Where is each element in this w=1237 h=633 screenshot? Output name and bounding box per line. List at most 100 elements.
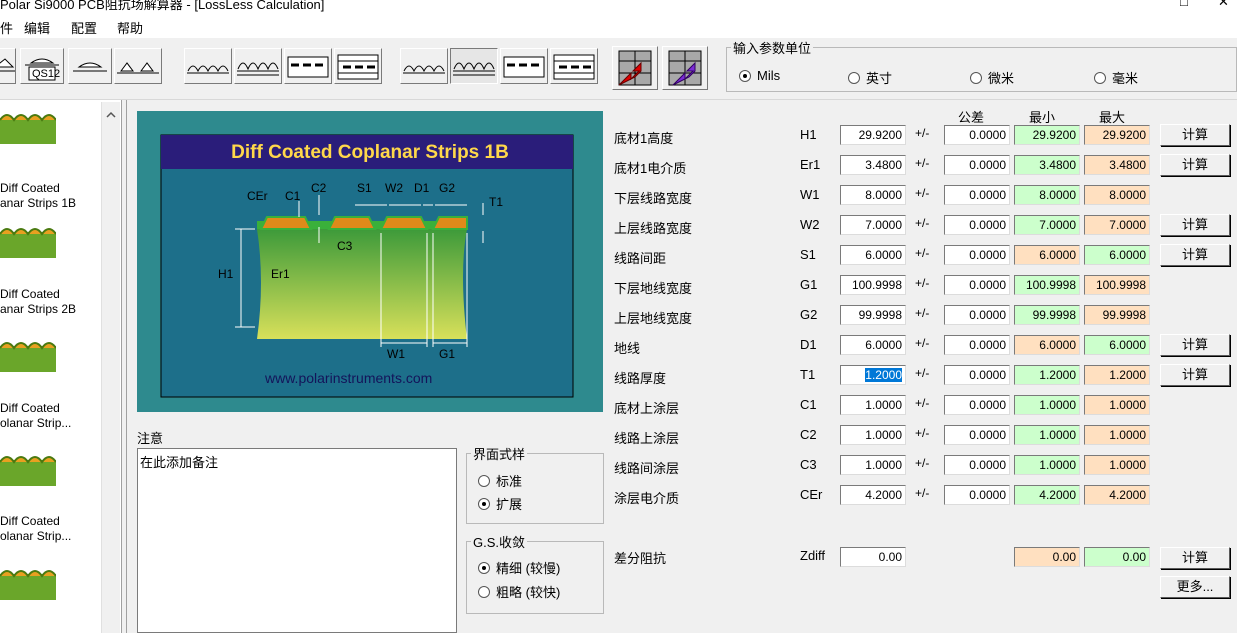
param-value-input[interactable]: 99.9998 — [840, 305, 906, 325]
zdiff-symbol: Zdiff — [800, 548, 826, 563]
param-symbol: CEr — [800, 487, 823, 502]
param-tolerance-input[interactable]: 0.0000 — [944, 365, 1010, 385]
param-symbol: S1 — [800, 247, 816, 262]
structure-button-3[interactable] — [68, 48, 112, 84]
structure-button-4[interactable] — [114, 48, 162, 84]
close-icon[interactable]: ✕ — [1218, 0, 1229, 10]
param-value-input[interactable]: 6.0000 — [840, 245, 906, 265]
export-red-arrow-icon[interactable] — [612, 46, 658, 90]
param-value-input[interactable]: 3.4800 — [840, 155, 906, 175]
param-min-value: 6.0000 — [1014, 245, 1080, 265]
title-bar: Polar Si9000 PCB阻抗场解算器 - [LossLess Calcu… — [0, 0, 1237, 14]
unit-mm-label: 毫米 — [1112, 71, 1139, 86]
param-symbol: C2 — [800, 427, 817, 442]
plus-minus-label: +/- — [915, 186, 930, 200]
structure-button-6[interactable] — [234, 48, 282, 84]
param-tolerance-input[interactable]: 0.0000 — [944, 455, 1010, 475]
gs-fine-label: 精细 (较慢) — [496, 561, 561, 576]
param-value-input[interactable]: 100.9998 — [840, 275, 906, 295]
param-tolerance-input[interactable]: 0.0000 — [944, 125, 1010, 145]
structure-thumbnail-icon — [0, 570, 56, 600]
plus-minus-label: +/- — [915, 336, 930, 350]
unit-inch-radio[interactable]: 英寸 — [848, 68, 892, 87]
menu-bar: 件 编辑 配置 帮助 — [0, 14, 1237, 38]
gs-fine-radio[interactable]: 精细 (较慢) — [478, 558, 560, 577]
style-extended-label: 扩展 — [496, 497, 523, 512]
plus-minus-label: +/- — [915, 456, 930, 470]
param-value-input[interactable]: 1.0000 — [840, 425, 906, 445]
calc-button[interactable]: 计算 — [1160, 244, 1230, 266]
more-button[interactable]: 更多... — [1160, 576, 1230, 598]
param-label: 线路间涂层 — [614, 461, 680, 476]
minimize-icon[interactable]: □ — [1180, 0, 1188, 9]
menu-edit[interactable]: 编辑 — [24, 18, 50, 37]
param-value-input[interactable]: 1.0000 — [840, 455, 906, 475]
structure-button-11[interactable] — [500, 48, 548, 84]
unit-mm-radio[interactable]: 毫米 — [1094, 68, 1138, 87]
radio-icon — [1094, 71, 1106, 84]
unit-inch-label: 英寸 — [866, 71, 893, 86]
param-value-input[interactable]: 6.0000 — [840, 335, 906, 355]
param-value-input[interactable]: 1.0000 — [840, 395, 906, 415]
diagram-url: www.polarinstruments.com — [265, 370, 433, 386]
param-tolerance-input[interactable]: 0.0000 — [944, 245, 1010, 265]
zdiff-calc-button[interactable]: 计算 — [1160, 547, 1230, 569]
param-value-input[interactable]: 4.2000 — [840, 485, 906, 505]
structure-button-12[interactable] — [550, 48, 598, 84]
param-max-value: 99.9998 — [1084, 305, 1150, 325]
param-value-input[interactable]: 1.2000 — [840, 365, 906, 385]
plus-minus-label: +/- — [915, 426, 930, 440]
param-label: 线路间距 — [614, 251, 667, 266]
param-tolerance-input[interactable]: 0.0000 — [944, 185, 1010, 205]
calc-button[interactable]: 计算 — [1160, 214, 1230, 236]
param-tolerance-input[interactable]: 0.0000 — [944, 305, 1010, 325]
menu-file[interactable]: 件 — [0, 18, 13, 37]
param-value-input[interactable]: 7.0000 — [840, 215, 906, 235]
calc-button[interactable]: 计算 — [1160, 364, 1230, 386]
gs-coarse-radio[interactable]: 粗略 (较快) — [478, 582, 560, 601]
param-min-value: 99.9998 — [1014, 305, 1080, 325]
calc-button[interactable]: 计算 — [1160, 124, 1230, 146]
qs12-button[interactable]: QS12 — [20, 48, 64, 84]
list-scrollbar[interactable] — [101, 102, 120, 633]
param-value-input[interactable]: 8.0000 — [840, 185, 906, 205]
param-tolerance-input[interactable]: 0.0000 — [944, 395, 1010, 415]
diagram-label-g1: G1 — [439, 347, 456, 361]
param-min-value: 1.0000 — [1014, 425, 1080, 445]
calc-button[interactable]: 计算 — [1160, 334, 1230, 356]
param-tolerance-input[interactable]: 0.0000 — [944, 425, 1010, 445]
diagram-label-g2: G2 — [439, 181, 456, 195]
menu-help[interactable]: 帮助 — [117, 18, 143, 37]
calc-button[interactable]: 计算 — [1160, 154, 1230, 176]
zdiff-value[interactable]: 0.00 — [840, 547, 906, 567]
structure-button-10-selected[interactable] — [450, 48, 498, 84]
param-tolerance-input[interactable]: 0.0000 — [944, 485, 1010, 505]
notes-textarea[interactable]: 在此添加备注 — [137, 448, 457, 633]
structure-diagram: Diff Coated Coplanar Strips 1B CEr C1 C2… — [137, 111, 603, 412]
param-max-value: 1.0000 — [1084, 395, 1150, 415]
structure-button-7[interactable] — [284, 48, 332, 84]
param-min-value: 29.9200 — [1014, 125, 1080, 145]
menu-config[interactable]: 配置 — [71, 18, 97, 37]
unit-mils-radio[interactable]: Mils — [739, 68, 780, 83]
scroll-up-icon[interactable] — [102, 106, 120, 124]
param-tolerance-input[interactable]: 0.0000 — [944, 335, 1010, 355]
param-symbol: H1 — [800, 127, 817, 142]
list-item-label-2: olanar Strip... — [0, 529, 72, 543]
param-max-value: 6.0000 — [1084, 245, 1150, 265]
param-tolerance-input[interactable]: 0.0000 — [944, 155, 1010, 175]
structure-button-8[interactable] — [334, 48, 382, 84]
style-extended-radio[interactable]: 扩展 — [478, 494, 522, 513]
unit-micron-radio[interactable]: 微米 — [970, 68, 1014, 87]
param-symbol: D1 — [800, 337, 817, 352]
param-tolerance-input[interactable]: 0.0000 — [944, 215, 1010, 235]
import-purple-arrow-icon[interactable] — [662, 46, 708, 90]
param-max-value: 3.4800 — [1084, 155, 1150, 175]
structure-button-5[interactable] — [184, 48, 232, 84]
style-standard-radio[interactable]: 标准 — [478, 471, 522, 490]
plus-minus-label: +/- — [915, 276, 930, 290]
structure-button-1[interactable] — [0, 48, 16, 84]
param-value-input[interactable]: 29.9200 — [840, 125, 906, 145]
param-tolerance-input[interactable]: 0.0000 — [944, 275, 1010, 295]
structure-button-9[interactable] — [400, 48, 448, 84]
